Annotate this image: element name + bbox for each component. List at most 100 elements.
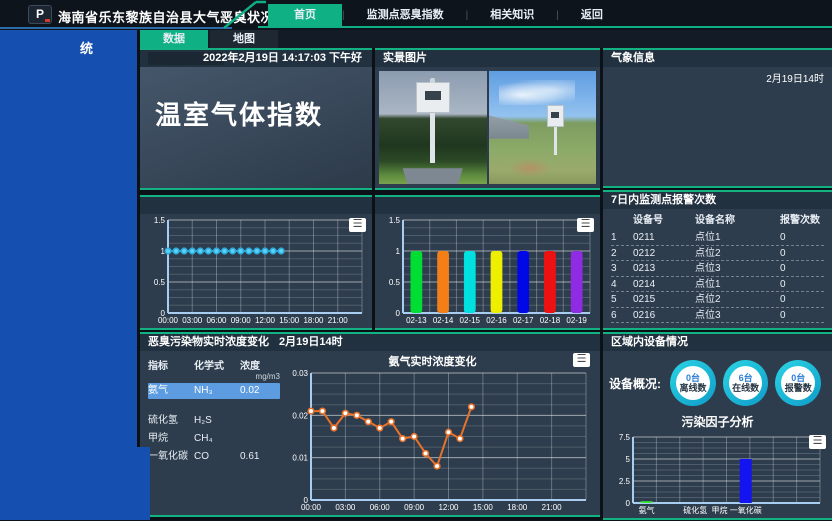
sidebar-bottom-block: [0, 447, 150, 520]
svg-text:15:00: 15:00: [473, 503, 494, 512]
svg-text:09:00: 09:00: [231, 316, 252, 325]
svg-text:一氧化碳: 一氧化碳: [730, 505, 762, 515]
alarms-panel: 7日内监测点报警次数 设备号 设备名称 报警次数 10211 点位10 2021…: [603, 190, 832, 330]
nav-item-home[interactable]: 首页: [268, 4, 342, 26]
nh3-concentration-chart: 00.010.020.0300:0003:0006:0009:0012:0015…: [285, 367, 594, 513]
svg-text:0: 0: [626, 499, 631, 508]
odor-row-h2s[interactable]: 硫化氢 H₂S: [148, 413, 280, 429]
svg-text:12:00: 12:00: [438, 503, 459, 512]
factor-chart-title: 污染因子分析: [603, 413, 832, 430]
svg-text:7.5: 7.5: [619, 433, 631, 442]
svg-text:1: 1: [396, 247, 401, 256]
col-alarm-count: 报警次数: [780, 213, 824, 230]
alarm-row: 30213 点位30: [611, 261, 824, 277]
svg-text:5: 5: [626, 455, 631, 464]
odor-row-ch4[interactable]: 甲烷 CH₄: [148, 431, 280, 447]
online-count-badge: 6台 在线数: [723, 360, 769, 406]
chart-toolbox-icon[interactable]: ☰: [349, 218, 366, 232]
svg-text:09:00: 09:00: [404, 503, 425, 512]
svg-text:02-13: 02-13: [406, 316, 427, 325]
odor-panel-title: 恶臭污染物实时浓度变化: [148, 334, 269, 351]
pollution-factor-chart: 02.557.5氨气硫化氢甲烷一氧化碳: [607, 431, 828, 516]
odor-row-nh3[interactable]: 氨气 NH₃ 0.02: [148, 383, 280, 399]
greeting-panel: 2022年2月19日 14:17:03 下午好 温室气体指数: [140, 48, 372, 190]
svg-text:02-16: 02-16: [486, 316, 507, 325]
datetime-text: 2022年2月19日 14:17:03 下午好: [203, 50, 362, 67]
odor-row-co[interactable]: 一氧化碳 CO 0.61: [148, 449, 280, 465]
alarms-panel-header: 7日内监测点报警次数: [603, 192, 832, 209]
svg-text:1.5: 1.5: [389, 216, 401, 225]
titlebar-underline-right: [258, 26, 832, 28]
app-logo-icon: P: [28, 5, 52, 24]
greeting-panel-header: 2022年2月19日 14:17:03 下午好: [140, 50, 372, 67]
svg-text:1.5: 1.5: [154, 216, 166, 225]
tab-map[interactable]: 地图: [210, 30, 278, 48]
weather-panel: 气象信息 2月19日14时: [603, 48, 832, 188]
alarm-row: 40214 点位10: [611, 277, 824, 293]
svg-text:02-15: 02-15: [460, 316, 481, 325]
chart-toolbox-icon[interactable]: ☰: [573, 353, 590, 367]
svg-text:00:00: 00:00: [158, 316, 179, 325]
svg-text:硫化氢: 硫化氢: [683, 505, 707, 515]
monitor-station-graphic: [547, 105, 564, 164]
svg-text:06:00: 06:00: [206, 316, 227, 325]
devices-panel-title: 区域内设备情况: [611, 334, 688, 351]
alarms-panel-title: 7日内监测点报警次数: [611, 192, 716, 209]
svg-text:0.5: 0.5: [154, 278, 166, 287]
svg-text:0.02: 0.02: [292, 411, 308, 420]
devices-panel-header: 区域内设备情况: [603, 334, 832, 351]
svg-text:02-17: 02-17: [513, 316, 534, 325]
monitor-station-graphic: [416, 82, 450, 172]
nav-item-knowledge[interactable]: 相关知识: [468, 4, 556, 26]
weather-time: 2月19日14时: [766, 70, 824, 85]
photos-panel-title: 实景图片: [383, 50, 427, 67]
unit-label: mg/m3: [148, 372, 280, 381]
odor-table: 指标 化学式 浓度 mg/m3 氨气 NH₃ 0.02 硫化氢 H₂S 甲烷 C…: [148, 357, 280, 467]
site-photo-2: [489, 71, 597, 184]
daily-index-header: [375, 197, 600, 214]
svg-text:0.5: 0.5: [389, 278, 401, 287]
titlebar-underline-left: [0, 27, 232, 29]
title-bar: P 海南省乐东黎族自治县大气恶臭状况实时发布系 首页 | 监测点恶臭指数 | 相…: [0, 0, 832, 30]
alarm-row: 60216 点位30: [611, 308, 824, 324]
col-device-name: 设备名称: [695, 213, 780, 230]
svg-text:0.03: 0.03: [292, 369, 308, 378]
svg-text:21:00: 21:00: [328, 316, 349, 325]
decorative-diagonal: [222, 0, 266, 30]
index-trend-header: [140, 197, 372, 214]
chart-toolbox-icon[interactable]: ☰: [809, 435, 826, 449]
svg-text:0.01: 0.01: [292, 454, 308, 463]
alarm-count-badge: 0台 报警数: [775, 360, 821, 406]
svg-text:06:00: 06:00: [370, 503, 391, 512]
page-headline: 温室气体指数: [155, 95, 323, 132]
svg-text:02-19: 02-19: [566, 316, 587, 325]
site-photo-1: [379, 71, 487, 184]
photos-panel-header: 实景图片: [375, 50, 600, 67]
devices-panel: 区域内设备情况 设备概况: 0台 离线数 6台 在线数 0台 报警数 污染因子分…: [603, 332, 832, 520]
nav-item-odor-index[interactable]: 监测点恶臭指数: [345, 4, 466, 26]
odor-table-header: 指标 化学式 浓度: [148, 357, 280, 372]
svg-text:03:00: 03:00: [335, 503, 356, 512]
device-overview-label: 设备概况:: [609, 375, 670, 392]
col-concentration: 浓度: [240, 357, 260, 372]
daily-index-chart: 00.511.502-1302-1402-1502-1602-1702-1802…: [377, 214, 598, 326]
alarm-row: 50215 点位20: [611, 292, 824, 308]
photos-panel: 实景图片: [375, 48, 600, 190]
svg-text:12:00: 12:00: [255, 316, 276, 325]
svg-text:02-14: 02-14: [433, 316, 454, 325]
odor-panel-time: 2月19日14时: [279, 334, 343, 351]
tab-data[interactable]: 数据: [140, 30, 208, 48]
svg-text:15:00: 15:00: [279, 316, 300, 325]
device-overview-row: 设备概况: 0台 离线数 6台 在线数 0台 报警数: [609, 357, 828, 409]
odor-panel: 恶臭污染物实时浓度变化 2月19日14时 指标 化学式 浓度 mg/m3 氨气 …: [140, 332, 600, 517]
app-title-wrap: 统: [80, 38, 93, 57]
chart-toolbox-icon[interactable]: ☰: [577, 218, 594, 232]
index-trend-chart: 00.511.500:0003:0006:0009:0012:0015:0018…: [142, 214, 370, 326]
svg-text:18:00: 18:00: [507, 503, 528, 512]
svg-text:03:00: 03:00: [182, 316, 203, 325]
alarms-table: 设备号 设备名称 报警次数 10211 点位10 20212 点位20 3021…: [611, 213, 824, 324]
svg-text:02-18: 02-18: [540, 316, 561, 325]
daily-index-panel: ☰ 00.511.502-1302-1402-1502-1602-1702-18…: [375, 195, 600, 330]
nav-item-back[interactable]: 返回: [559, 4, 625, 26]
greeting-body: 温室气体指数: [140, 67, 372, 188]
